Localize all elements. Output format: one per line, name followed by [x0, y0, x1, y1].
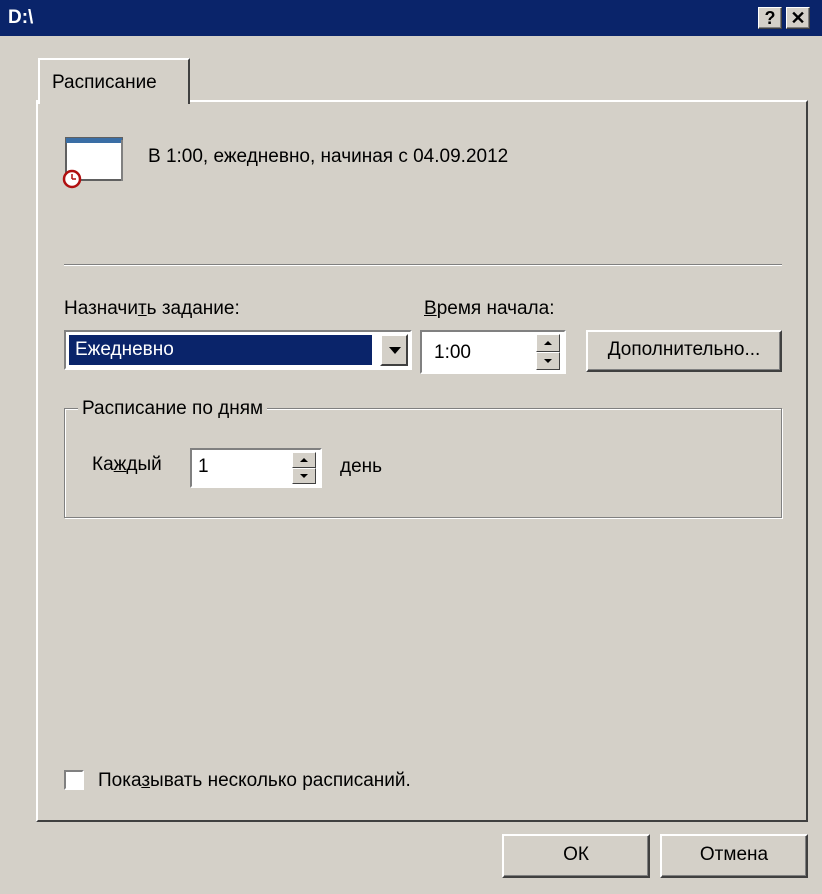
- help-button[interactable]: ?: [758, 7, 782, 29]
- help-icon: ?: [764, 8, 776, 28]
- title-bar[interactable]: D:\ ? ✕: [0, 0, 822, 36]
- every-label: Каждый: [92, 454, 162, 475]
- time-spin-down[interactable]: [536, 352, 560, 370]
- spin-up-icon: [300, 458, 308, 462]
- multiple-schedules-label[interactable]: Показывать несколько расписаний.: [98, 770, 411, 792]
- schedule-type-select[interactable]: Ежедневно: [64, 330, 412, 370]
- schedule-summary: В 1:00, ежедневно, начиная с 04.09.2012: [148, 146, 509, 167]
- day-unit-label: день: [340, 456, 383, 477]
- dialog-window: D:\ ? ✕ Расписание В 1:00, ежедневно, на…: [0, 0, 822, 894]
- advanced-button[interactable]: Дополнительно...: [586, 330, 782, 372]
- every-days-value: 1: [198, 456, 209, 477]
- dropdown-button[interactable]: [380, 334, 408, 366]
- time-spin-up[interactable]: [536, 334, 560, 352]
- start-time-label: Время начала:: [424, 298, 555, 319]
- spin-up-icon: [544, 341, 552, 345]
- tab-schedule[interactable]: Расписание: [38, 58, 190, 104]
- days-spin-down[interactable]: [292, 468, 316, 484]
- spin-down-icon: [300, 474, 308, 478]
- spin-down-icon: [544, 359, 552, 363]
- close-icon: ✕: [790, 8, 806, 28]
- assign-task-label: Назначить задание:: [64, 298, 240, 319]
- ok-button[interactable]: ОК: [502, 834, 650, 878]
- schedule-type-value: Ежедневно: [69, 335, 372, 365]
- tab-schedule-label: Расписание: [52, 72, 157, 93]
- separator: [64, 264, 782, 266]
- window-title: D:\: [8, 7, 34, 28]
- daily-schedule-group: [64, 408, 782, 518]
- start-time-value: 1:00: [434, 342, 471, 363]
- close-button[interactable]: ✕: [786, 7, 810, 29]
- multiple-schedules-checkbox[interactable]: [64, 770, 84, 790]
- days-spin-up[interactable]: [292, 452, 316, 468]
- chevron-down-icon: [389, 347, 401, 354]
- schedule-clock-icon: [62, 137, 123, 189]
- start-time-input[interactable]: 1:00: [420, 330, 566, 374]
- every-days-input[interactable]: 1: [190, 448, 322, 488]
- daily-schedule-group-title: Расписание по дням: [78, 398, 268, 420]
- cancel-button[interactable]: Отмена: [660, 834, 808, 878]
